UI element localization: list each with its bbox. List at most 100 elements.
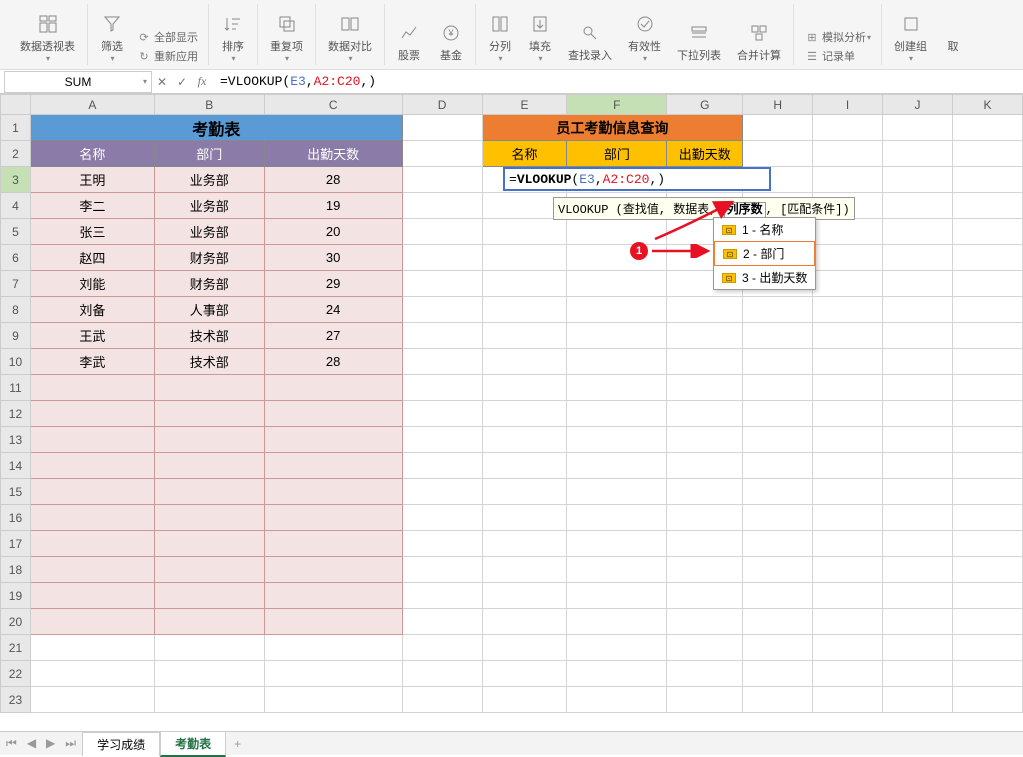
cell-J19[interactable] — [883, 583, 953, 609]
cell-I22[interactable] — [813, 661, 883, 687]
cell-H23[interactable] — [743, 687, 813, 713]
cell-D12[interactable] — [402, 401, 482, 427]
cell-A20[interactable] — [30, 609, 154, 635]
cell-J14[interactable] — [883, 453, 953, 479]
row-header-2[interactable]: 2 — [1, 141, 31, 167]
cell-H22[interactable] — [743, 661, 813, 687]
cell-F18[interactable] — [567, 557, 667, 583]
cell-G10[interactable] — [667, 349, 743, 375]
cell-A19[interactable] — [30, 583, 154, 609]
cell-B13[interactable] — [154, 427, 264, 453]
fill-button[interactable]: 填充▾ — [524, 10, 556, 65]
cell-G2[interactable]: 出勤天数 — [667, 141, 743, 167]
cell-B11[interactable] — [154, 375, 264, 401]
cell-C7[interactable]: 29 — [264, 271, 402, 297]
cell-B22[interactable] — [154, 661, 264, 687]
col-header-G[interactable]: G — [667, 95, 743, 115]
cell-B18[interactable] — [154, 557, 264, 583]
cell-K2[interactable] — [952, 141, 1022, 167]
row-header-22[interactable]: 22 — [1, 661, 31, 687]
cell-D10[interactable] — [402, 349, 482, 375]
cell-E20[interactable] — [482, 609, 567, 635]
cell-K19[interactable] — [952, 583, 1022, 609]
cell-F12[interactable] — [567, 401, 667, 427]
cell-F2[interactable]: 部门 — [567, 141, 667, 167]
cell-A21[interactable] — [30, 635, 154, 661]
row-header-8[interactable]: 8 — [1, 297, 31, 323]
cell-A18[interactable] — [30, 557, 154, 583]
cell-G20[interactable] — [667, 609, 743, 635]
cell-H9[interactable] — [743, 323, 813, 349]
cell-J5[interactable] — [883, 219, 953, 245]
cell-D19[interactable] — [402, 583, 482, 609]
cancel-button[interactable]: 取 — [937, 10, 969, 65]
cell-A4[interactable]: 李二 — [30, 193, 154, 219]
cell-J10[interactable] — [883, 349, 953, 375]
cell-E10[interactable] — [482, 349, 567, 375]
cell-K1[interactable] — [952, 115, 1022, 141]
sheet-nav-prev[interactable]: ◀ — [27, 736, 36, 751]
cell-F9[interactable] — [567, 323, 667, 349]
cell-I23[interactable] — [813, 687, 883, 713]
row-header-10[interactable]: 10 — [1, 349, 31, 375]
cell-A7[interactable]: 刘能 — [30, 271, 154, 297]
cell-B21[interactable] — [154, 635, 264, 661]
cell-C14[interactable] — [264, 453, 402, 479]
cell-A14[interactable] — [30, 453, 154, 479]
cell-C2[interactable]: 出勤天数 — [264, 141, 402, 167]
add-sheet-button[interactable]: + — [226, 737, 249, 751]
cell-B3[interactable]: 业务部 — [154, 167, 264, 193]
cell-I1[interactable] — [813, 115, 883, 141]
simul-button[interactable]: ⊞模拟分析▾ — [802, 28, 873, 46]
cell-D17[interactable] — [402, 531, 482, 557]
cell-B23[interactable] — [154, 687, 264, 713]
cell-F7[interactable] — [567, 271, 667, 297]
accept-formula-button[interactable]: ✓ — [172, 75, 192, 89]
cell-A8[interactable]: 刘备 — [30, 297, 154, 323]
cell-J1[interactable] — [883, 115, 953, 141]
cell-D22[interactable] — [402, 661, 482, 687]
row-header-19[interactable]: 19 — [1, 583, 31, 609]
cell-I6[interactable] — [813, 245, 883, 271]
cell-C4[interactable]: 19 — [264, 193, 402, 219]
cell-J6[interactable] — [883, 245, 953, 271]
findrec-button[interactable]: 查找录入 — [564, 19, 616, 65]
cell-G14[interactable] — [667, 453, 743, 479]
row-header-14[interactable]: 14 — [1, 453, 31, 479]
cell-E13[interactable] — [482, 427, 567, 453]
cell-J7[interactable] — [883, 271, 953, 297]
cell-E8[interactable] — [482, 297, 567, 323]
cell-B15[interactable] — [154, 479, 264, 505]
row-header-23[interactable]: 23 — [1, 687, 31, 713]
cell-H21[interactable] — [743, 635, 813, 661]
validity-button[interactable]: 有效性▾ — [624, 10, 665, 65]
cell-I2[interactable] — [813, 141, 883, 167]
cell-H14[interactable] — [743, 453, 813, 479]
cell-B6[interactable]: 财务部 — [154, 245, 264, 271]
cell-J3[interactable] — [883, 167, 953, 193]
cell-C22[interactable] — [264, 661, 402, 687]
cell-G18[interactable] — [667, 557, 743, 583]
cell-I21[interactable] — [813, 635, 883, 661]
cell-C13[interactable] — [264, 427, 402, 453]
pivot-table-button[interactable]: 数据透视表▾ — [16, 10, 79, 65]
cell-J9[interactable] — [883, 323, 953, 349]
fx-button[interactable]: fx — [192, 74, 212, 89]
name-box[interactable]: SUM ▾ — [4, 71, 152, 93]
row-header-6[interactable]: 6 — [1, 245, 31, 271]
row-header-1[interactable]: 1 — [1, 115, 31, 141]
cell-D9[interactable] — [402, 323, 482, 349]
row-header-5[interactable]: 5 — [1, 219, 31, 245]
compare-button[interactable]: 数据对比▾ — [324, 10, 376, 65]
cell-G22[interactable] — [667, 661, 743, 687]
cell-I13[interactable] — [813, 427, 883, 453]
cell-D7[interactable] — [402, 271, 482, 297]
cell-C12[interactable] — [264, 401, 402, 427]
col-header-I[interactable]: I — [813, 95, 883, 115]
cell-I7[interactable] — [813, 271, 883, 297]
cell-B7[interactable]: 财务部 — [154, 271, 264, 297]
cell-A9[interactable]: 王武 — [30, 323, 154, 349]
cell-C15[interactable] — [264, 479, 402, 505]
row-header-18[interactable]: 18 — [1, 557, 31, 583]
cell-C6[interactable]: 30 — [264, 245, 402, 271]
